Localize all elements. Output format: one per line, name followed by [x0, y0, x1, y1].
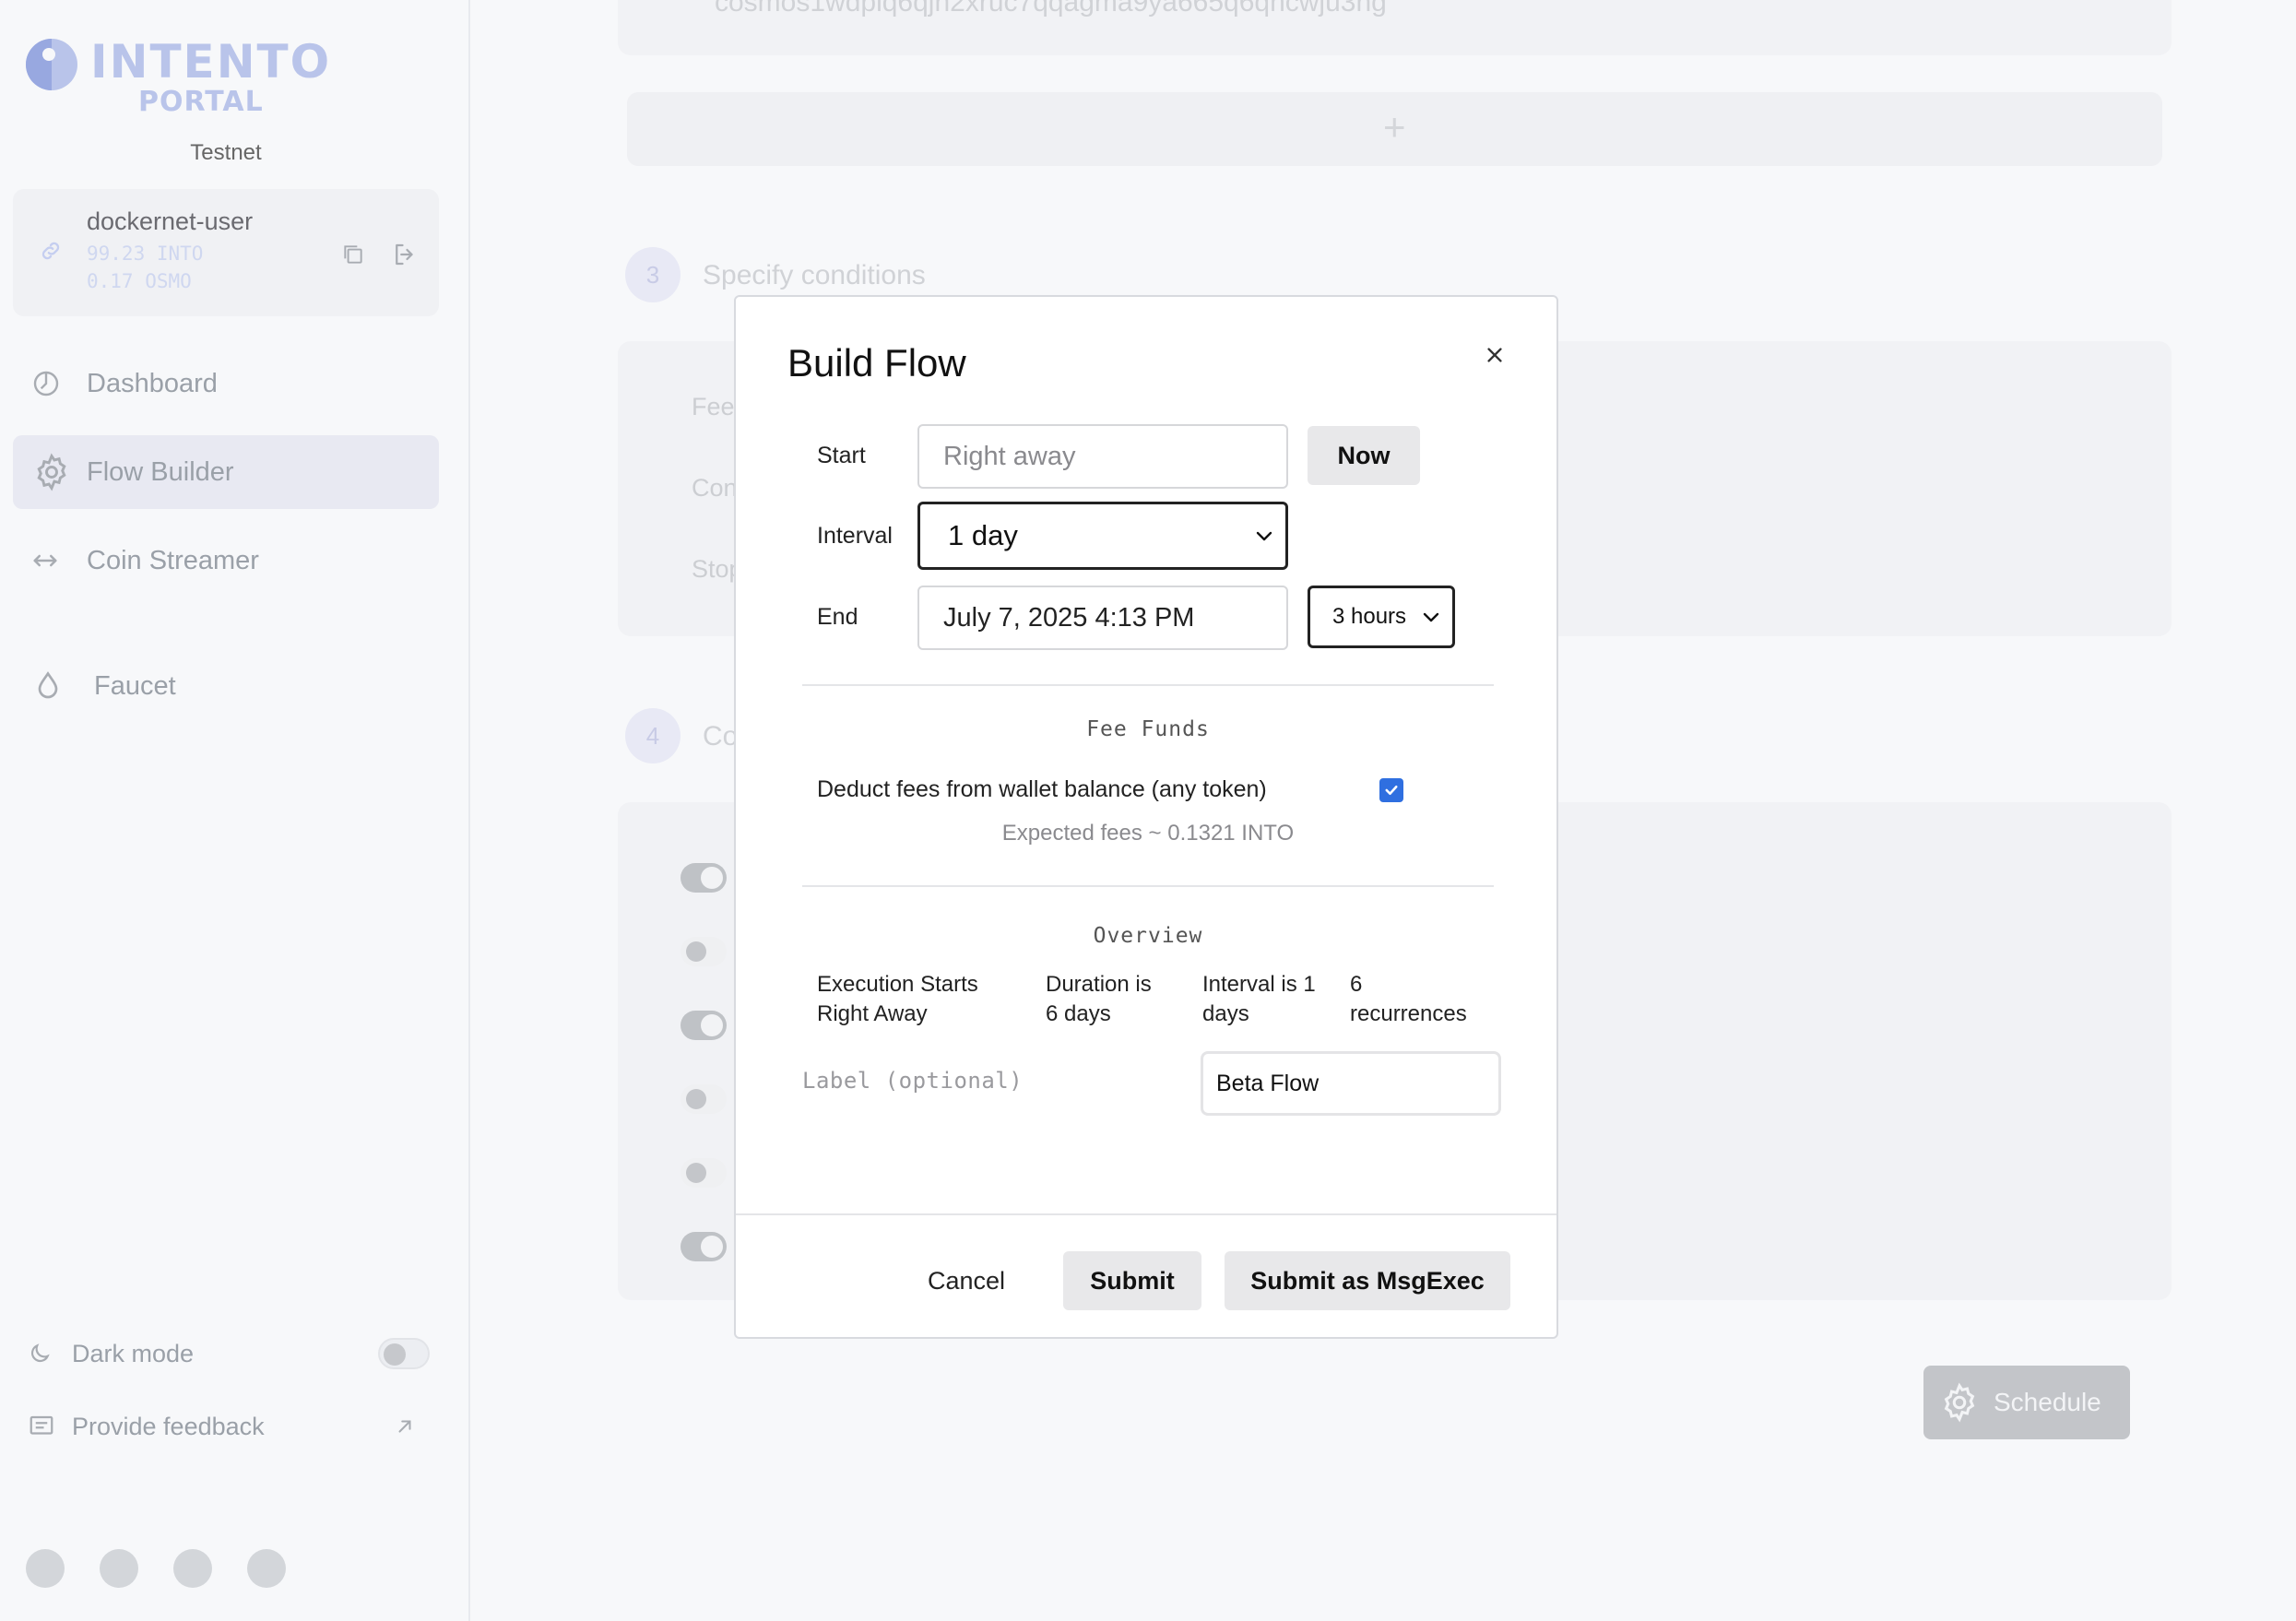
discord-icon[interactable]: [26, 1549, 65, 1588]
dashboard-icon: [33, 371, 59, 396]
now-button[interactable]: Now: [1308, 426, 1420, 485]
arrows-horizontal-icon: [33, 554, 57, 567]
interval-value: 1 day: [948, 519, 1018, 551]
address-text: cosmos1wdplq6qjh2xruc7qqagma9ya665q6qhcw…: [715, 0, 1387, 18]
deduct-fees-label: Deduct fees from wallet balance (any tok…: [817, 776, 1267, 802]
sidebar-item-flow-builder[interactable]: Flow Builder: [13, 435, 439, 509]
conditions-row-label: Con: [692, 474, 738, 502]
end-date-input[interactable]: July 7, 2025 4:13 PM: [917, 586, 1288, 650]
close-button[interactable]: [1479, 339, 1510, 371]
interval-label: Interval: [817, 523, 893, 549]
label-input[interactable]: Beta Flow: [1201, 1051, 1501, 1116]
copy-icon[interactable]: [341, 243, 365, 266]
config-toggle[interactable]: [681, 937, 727, 966]
divider: [802, 885, 1494, 887]
overview-text: 6 days: [1046, 1001, 1111, 1026]
dark-mode-label: Dark mode: [72, 1339, 195, 1367]
label-optional-caption: Label (optional): [802, 1068, 1024, 1094]
submit-as-msgexec-button[interactable]: Submit as MsgExec: [1225, 1251, 1510, 1310]
overview-text: 6: [1350, 972, 1363, 997]
sidebar-item-coin-streamer[interactable]: Coin Streamer: [13, 524, 439, 598]
feedback-row[interactable]: Provide feedback: [28, 1403, 433, 1449]
logo-subtitle: PORTAL: [138, 86, 264, 118]
wallet-name: dockernet-user: [87, 207, 254, 235]
wallet-card: dockernet-user 99.23 INTO 0.17 OSMO: [13, 189, 439, 316]
config-toggle[interactable]: [681, 1232, 727, 1261]
expected-fees: Expected fees ~ 0.1321 INTO: [1001, 821, 1295, 846]
wallet-balance-into: 99.23 INTO: [87, 243, 204, 265]
end-label: End: [817, 604, 858, 630]
logout-icon[interactable]: [391, 241, 419, 268]
config-toggle[interactable]: [681, 863, 727, 893]
checkmark-icon: [1385, 785, 1398, 796]
close-icon: [1487, 348, 1502, 362]
sidebar-item-faucet[interactable]: Faucet: [13, 649, 439, 723]
twitter-icon[interactable]: [173, 1549, 212, 1588]
config-toggle[interactable]: [681, 1158, 727, 1188]
chevron-down-icon: [1256, 531, 1272, 541]
sidebar-item-label: Faucet: [94, 670, 176, 701]
overview-execution: Execution Starts Right Away: [817, 970, 978, 1029]
moon-icon: [30, 1343, 50, 1363]
chevron-down-icon: [1423, 612, 1439, 622]
overview-title: Overview: [1093, 924, 1203, 948]
sidebar-item-dashboard[interactable]: Dashboard: [13, 347, 439, 420]
add-message-button[interactable]: +: [627, 92, 2162, 166]
github-icon[interactable]: [247, 1549, 286, 1588]
logo-yin-yang-icon: [26, 39, 77, 90]
schedule-label: Schedule: [1994, 1388, 2101, 1416]
external-arrow-icon: [398, 1420, 411, 1433]
submit-button[interactable]: Submit: [1063, 1251, 1201, 1310]
network-label: Testnet: [190, 140, 262, 165]
end-duration-select[interactable]: 3 hours: [1308, 586, 1455, 648]
fee-funds-title: Fee Funds: [1086, 717, 1210, 741]
overview-text: Execution Starts: [817, 972, 978, 997]
overview-interval: Interval is 1 days: [1202, 970, 1316, 1029]
interval-select[interactable]: 1 day: [917, 502, 1288, 570]
start-input[interactable]: Right away: [917, 424, 1288, 489]
start-label: Start: [817, 443, 866, 468]
sidebar-item-label: Coin Streamer: [87, 545, 259, 575]
build-flow-modal: Build Flow Start Right away Now Interval…: [734, 295, 1558, 1339]
gear-icon: [1944, 1382, 1975, 1423]
step-number: 3: [625, 247, 681, 302]
dark-mode-row: Dark mode: [28, 1331, 433, 1377]
overview-text: recurrences: [1350, 1001, 1467, 1026]
config-toggle[interactable]: [681, 1011, 727, 1040]
droplet-icon: [38, 671, 58, 699]
end-duration-value: 3 hours: [1332, 604, 1407, 629]
link-icon: [41, 242, 60, 260]
overview-text: Duration is: [1046, 972, 1152, 997]
plus-icon: +: [1383, 105, 1406, 148]
overview-text: Right Away: [817, 1001, 928, 1026]
conditions-row-label: Fee: [692, 393, 735, 420]
footer-divider: [736, 1213, 1556, 1215]
overview-text: Interval is 1: [1202, 972, 1316, 997]
wallet-balance-osmo: 0.17 OSMO: [87, 270, 192, 292]
config-toggle[interactable]: [681, 1084, 727, 1114]
step-number: 4: [625, 708, 681, 763]
feedback-label: Provide feedback: [72, 1412, 265, 1440]
schedule-button[interactable]: Schedule: [1923, 1366, 2130, 1439]
modal-title: Build Flow: [787, 341, 966, 385]
logo[interactable]: INTENTO PORTAL: [26, 39, 331, 116]
overview-duration: Duration is 6 days: [1046, 970, 1152, 1029]
deduct-fees-checkbox[interactable]: [1379, 778, 1403, 802]
step-title: Co: [703, 721, 739, 751]
telegram-icon[interactable]: [100, 1549, 138, 1588]
step-title: Specify conditions: [703, 260, 926, 290]
sidebar: INTENTO PORTAL Testnet dockernet-user 99…: [0, 0, 470, 1621]
sidebar-item-label: Flow Builder: [87, 456, 234, 487]
dark-mode-toggle[interactable]: [378, 1338, 430, 1369]
comment-icon: [30, 1415, 53, 1435]
overview-recurrences: 6 recurrences: [1350, 970, 1467, 1029]
cancel-button[interactable]: Cancel: [911, 1251, 1022, 1310]
sidebar-item-label: Dashboard: [87, 368, 218, 398]
overview-text: days: [1202, 1001, 1249, 1026]
logo-title: INTENTO: [90, 35, 332, 89]
divider: [802, 684, 1494, 686]
gear-icon: [37, 453, 66, 491]
